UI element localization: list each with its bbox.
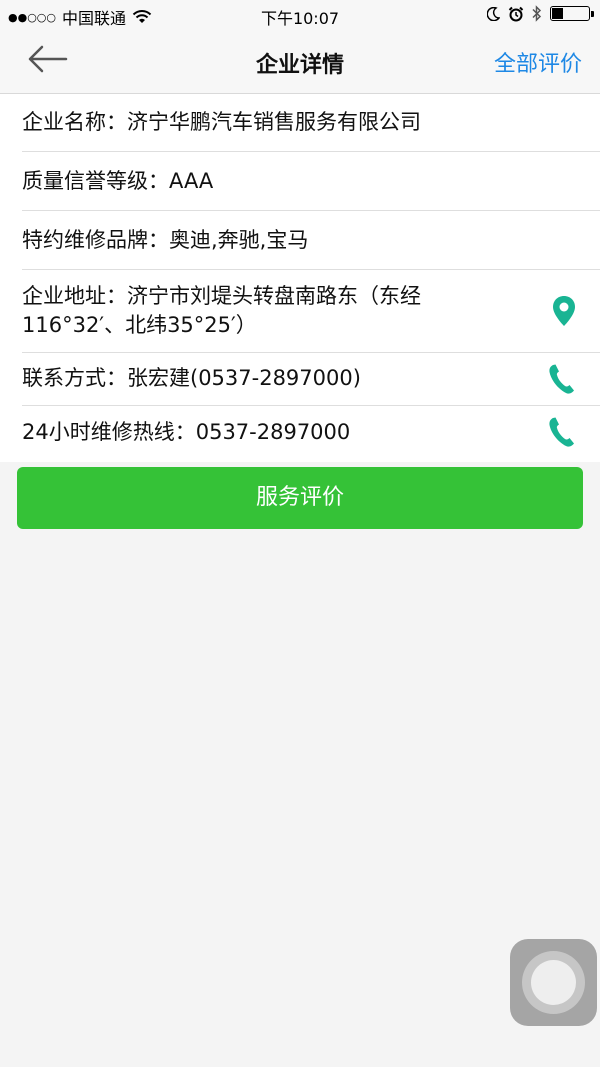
hotline-row[interactable]: 24小时维修热线：0537-2897000: [22, 406, 600, 462]
phone-icon[interactable]: [548, 363, 576, 395]
authorized-brands: 特约维修品牌：奥迪,奔驰,宝马: [22, 228, 309, 252]
contact-info: 联系方式：张宏建(0537-2897000): [22, 366, 361, 390]
company-address: 企业地址：济宁市刘堤头转盘南路东（东经116°32′、北纬35°25′）: [22, 284, 421, 337]
quality-grade-row: 质量信誉等级：AAA: [22, 152, 600, 211]
bluetooth-icon: [532, 5, 542, 22]
all-reviews-link[interactable]: 全部评价: [494, 46, 582, 78]
address-row[interactable]: 企业地址：济宁市刘堤头转盘南路东（东经116°32′、北纬35°25′）: [22, 270, 600, 353]
company-name: 企业名称：济宁华鹏汽车销售服务有限公司: [22, 110, 421, 134]
repair-hotline: 24小时维修热线：0537-2897000: [22, 420, 351, 444]
quality-grade: 质量信誉等级：AAA: [22, 169, 214, 193]
company-name-row: 企业名称：济宁华鹏汽车销售服务有限公司: [22, 94, 600, 152]
location-pin-icon[interactable]: [552, 295, 576, 327]
navigation-bar: 企业详情 全部评价: [0, 30, 600, 94]
battery-level: [552, 8, 563, 19]
brands-row: 特约维修品牌：奥迪,奔驰,宝马: [22, 211, 600, 270]
assistive-touch-button[interactable]: [510, 939, 597, 1026]
status-bar: ●●○○○ 中国联通 下午10:07: [0, 0, 600, 30]
alarm-icon: [508, 6, 524, 21]
moon-icon: [487, 6, 500, 21]
battery-icon: [550, 6, 594, 21]
service-review-button[interactable]: 服务评价: [17, 467, 583, 529]
contact-row[interactable]: 联系方式：张宏建(0537-2897000): [22, 353, 600, 406]
company-info-list: 企业名称：济宁华鹏汽车销售服务有限公司 质量信誉等级：AAA 特约维修品牌：奥迪…: [0, 94, 600, 462]
phone-icon[interactable]: [548, 416, 576, 448]
